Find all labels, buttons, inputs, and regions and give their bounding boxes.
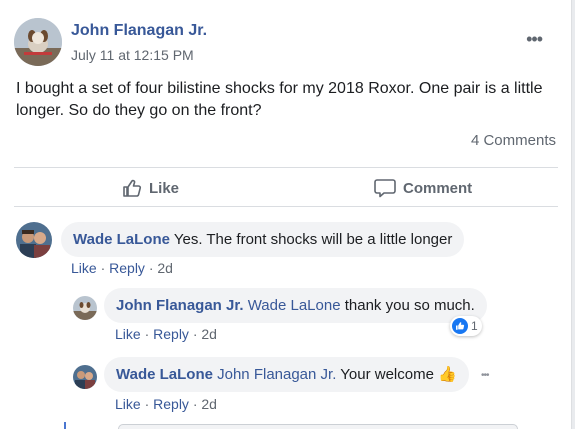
comment: Wade LaLone Yes. The front shocks will b… [0, 220, 571, 280]
thumbs-up-icon [123, 179, 142, 197]
comment-author[interactable]: Wade LaLone [73, 231, 170, 248]
comment-button-label: Comment [403, 179, 473, 197]
comment-like-link[interactable]: Like [71, 260, 97, 276]
comment-actions: Like · Reply · 2d [71, 260, 173, 276]
reply-mention[interactable]: Wade LaLone [248, 297, 341, 314]
reaction-count: 1 [471, 319, 478, 333]
author-avatar[interactable] [14, 18, 62, 66]
separator-dot: · [192, 326, 198, 342]
reply-bubble: Wade LaLone John Flanagan Jr. Your welco… [104, 357, 469, 392]
comment-button[interactable]: Comment [374, 168, 472, 208]
commenter-avatar[interactable] [16, 222, 52, 258]
reply-text: thank you so much. [344, 297, 475, 314]
post-author-name[interactable]: John Flanagan Jr. [71, 22, 207, 40]
post-timestamp[interactable]: July 11 at 12:15 PM [71, 47, 194, 63]
post-action-bar: Like Comment [14, 167, 558, 207]
reply-author[interactable]: John Flanagan Jr. [116, 297, 244, 314]
reply-like-link[interactable]: Like [115, 326, 141, 342]
reply-author[interactable]: Wade LaLone [116, 366, 213, 383]
reply-actions: Like · Reply · 2d [115, 326, 217, 342]
reply: John Flanagan Jr. Wade LaLone thank you … [0, 288, 571, 348]
comment-bubble: Wade LaLone Yes. The front shocks will b… [61, 222, 465, 257]
comment-text: Yes. The front shocks will be a little l… [173, 231, 453, 248]
comment-age[interactable]: 2d [157, 260, 173, 276]
reply-text: Your welcome [340, 366, 434, 383]
reply-input-field[interactable] [118, 424, 518, 429]
like-reaction-icon [452, 318, 468, 334]
thumbs-up-emoji-icon: 👍 [438, 366, 457, 383]
reaction-summary[interactable]: 1 [450, 316, 482, 336]
separator-dot: · [144, 396, 150, 412]
separator-dot: · [192, 396, 198, 412]
reply-reply-link[interactable]: Reply [153, 326, 189, 342]
post-header: John Flanagan Jr. July 11 at 12:15 PM ••… [14, 18, 554, 66]
comment-count-link[interactable]: 4 Comments [471, 132, 556, 149]
separator-dot: · [100, 260, 106, 276]
separator-dot: · [148, 260, 154, 276]
like-button[interactable]: Like [122, 168, 179, 208]
comment-more-options-icon[interactable]: ••• [481, 370, 489, 381]
reply: Wade LaLone John Flanagan Jr. Your welco… [0, 357, 571, 417]
reply-actions: Like · Reply · 2d [115, 396, 217, 412]
like-button-label: Like [149, 179, 180, 197]
post-body-text: I bought a set of four bilistine shocks … [16, 80, 543, 119]
reply-like-link[interactable]: Like [115, 396, 141, 412]
reply-thread-line [64, 422, 66, 429]
more-options-icon[interactable]: ••• [526, 30, 543, 48]
reply-bubble: John Flanagan Jr. Wade LaLone thank you … [104, 288, 487, 323]
reply-avatar[interactable] [73, 365, 97, 389]
post-card: John Flanagan Jr. July 11 at 12:15 PM ••… [0, 0, 572, 429]
reply-avatar[interactable] [73, 296, 97, 320]
reply-age[interactable]: 2d [201, 396, 217, 412]
reply-mention[interactable]: John Flanagan Jr. [217, 366, 336, 383]
speech-bubble-icon [374, 179, 396, 198]
separator-dot: · [144, 326, 150, 342]
reply-reply-link[interactable]: Reply [153, 396, 189, 412]
comment-reply-link[interactable]: Reply [109, 260, 145, 276]
reply-age[interactable]: 2d [201, 326, 217, 342]
